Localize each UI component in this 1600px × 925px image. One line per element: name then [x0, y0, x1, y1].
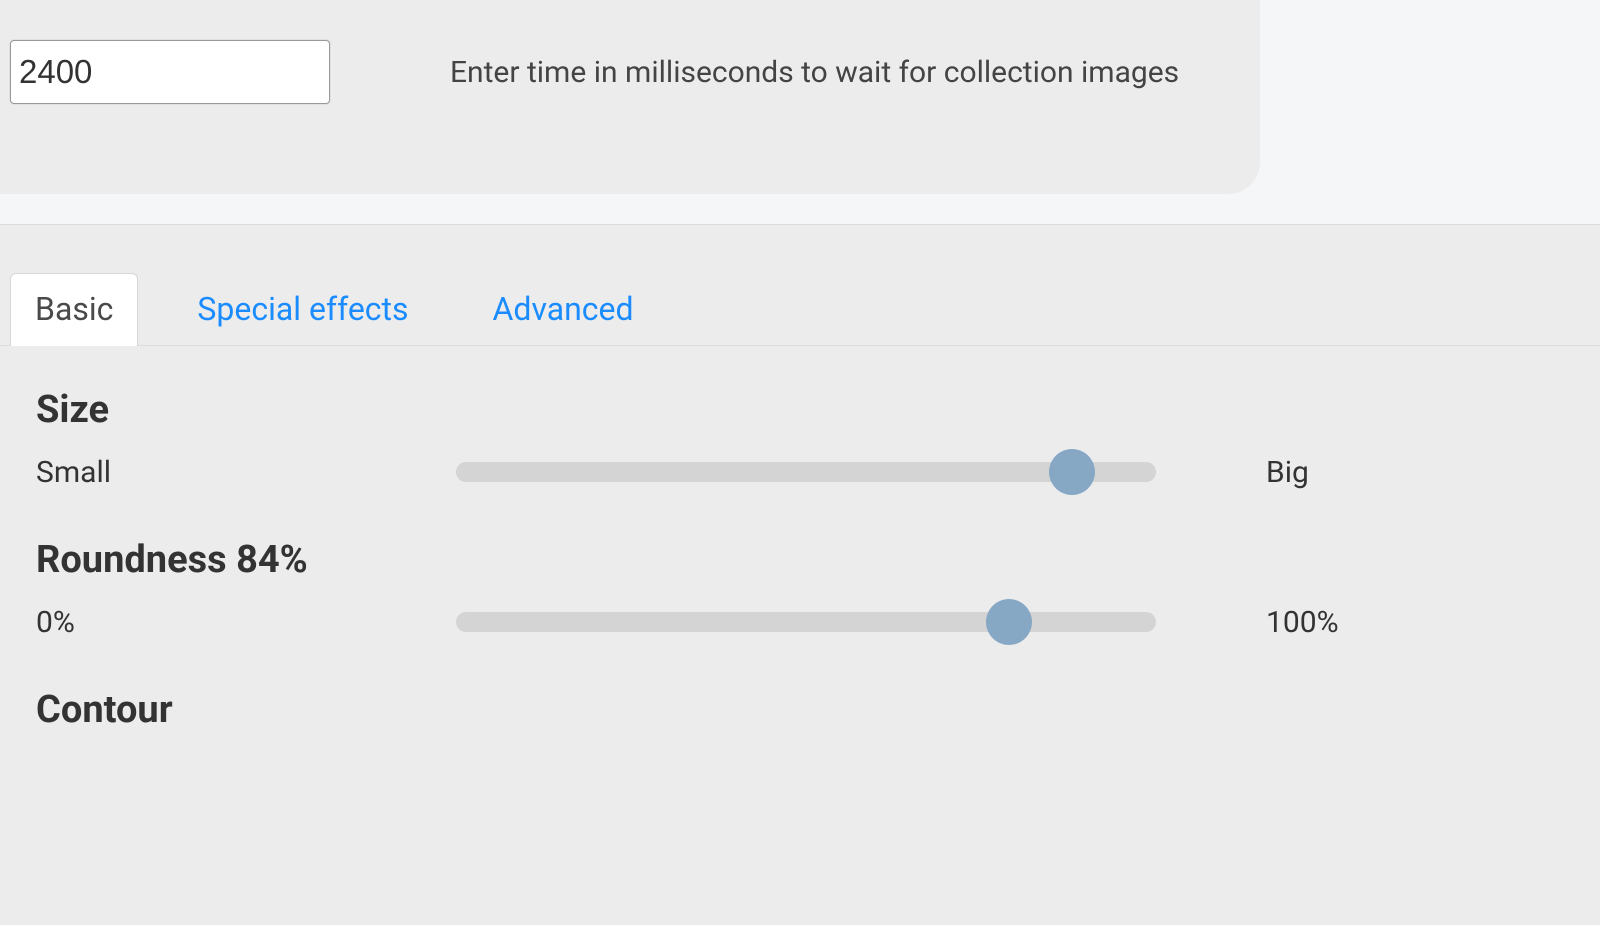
size-slider[interactable] — [456, 450, 1156, 494]
timing-row: Enter time in milliseconds to wait for c… — [0, 0, 1260, 104]
contour-group: Contour — [36, 688, 1564, 732]
roundness-slider-row: 0% 100% — [36, 600, 1564, 644]
roundness-slider[interactable] — [456, 600, 1156, 644]
tab-basic[interactable]: Basic — [10, 273, 138, 346]
tab-special-effects[interactable]: Special effects — [172, 273, 433, 346]
roundness-title: Roundness 84% — [36, 538, 1564, 582]
wait-time-input[interactable] — [10, 40, 330, 104]
roundness-slider-thumb[interactable] — [986, 599, 1032, 645]
roundness-group: Roundness 84% 0% 100% — [36, 538, 1564, 644]
settings-panel: Basic Special effects Advanced Size Smal… — [0, 225, 1600, 925]
wait-time-hint: Enter time in milliseconds to wait for c… — [450, 55, 1179, 90]
size-slider-thumb[interactable] — [1049, 449, 1095, 495]
size-title: Size — [36, 388, 1564, 432]
roundness-max-label: 100% — [1156, 605, 1376, 640]
roundness-min-label: 0% — [36, 605, 456, 640]
timing-panel: Enter time in milliseconds to wait for c… — [0, 0, 1260, 194]
tab-advanced[interactable]: Advanced — [468, 273, 659, 346]
size-min-label: Small — [36, 455, 456, 490]
settings-tabs: Basic Special effects Advanced — [0, 225, 1600, 346]
basic-controls: Size Small Big Roundness 84% 0% 100% — [0, 346, 1600, 732]
panel-gap — [0, 194, 1600, 224]
contour-title: Contour — [36, 688, 1564, 732]
size-max-label: Big — [1156, 455, 1376, 490]
size-group: Size Small Big — [36, 388, 1564, 494]
roundness-slider-track — [456, 612, 1156, 632]
size-slider-row: Small Big — [36, 450, 1564, 494]
